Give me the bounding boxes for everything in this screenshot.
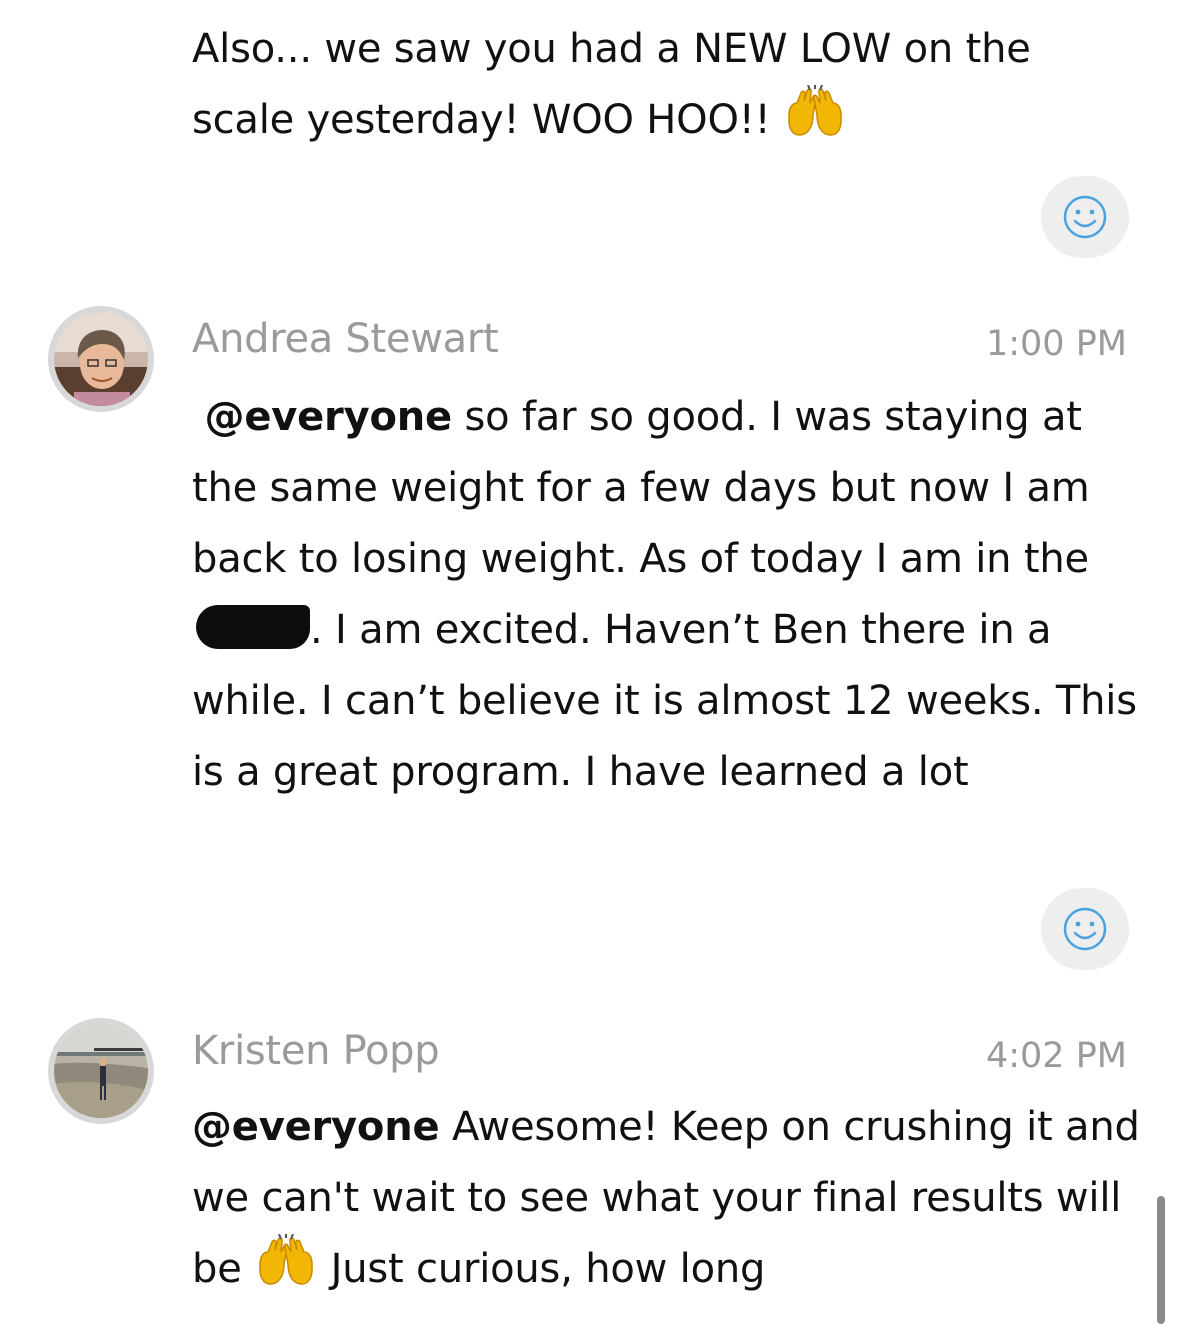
add-reaction-button[interactable] bbox=[1041, 176, 1129, 258]
message-text: @everyone Awesome! Keep on crushing it a… bbox=[192, 1092, 1142, 1305]
message-text: Also... we saw you had a NEW LOW on the … bbox=[192, 14, 1142, 156]
raising-hands-icon bbox=[788, 85, 842, 136]
avatar-kristen-popp[interactable] bbox=[48, 1018, 154, 1124]
message-body: Also... we saw you had a NEW LOW on the … bbox=[192, 26, 1031, 143]
avatar-andrea-stewart[interactable] bbox=[48, 306, 154, 412]
message-author[interactable]: Andrea Stewart bbox=[192, 316, 499, 362]
raising-hands-icon bbox=[259, 1234, 313, 1285]
smiley-icon bbox=[1063, 195, 1107, 239]
redaction-mark bbox=[196, 605, 310, 649]
mention-everyone[interactable]: @everyone bbox=[205, 394, 453, 440]
message-timestamp: 1:00 PM bbox=[985, 324, 1127, 364]
message-author[interactable]: Kristen Popp bbox=[192, 1028, 440, 1074]
message-timestamp: 4:02 PM bbox=[985, 1036, 1127, 1076]
add-reaction-button[interactable] bbox=[1041, 888, 1129, 970]
smiley-icon bbox=[1063, 907, 1107, 951]
avatar-photo bbox=[54, 1024, 148, 1118]
message-body: . I am excited. Haven’t Ben there in a w… bbox=[192, 607, 1137, 795]
message-text: @everyone so far so good. I was staying … bbox=[192, 382, 1142, 808]
avatar-photo bbox=[54, 312, 148, 406]
mention-everyone[interactable]: @everyone bbox=[192, 1104, 440, 1150]
message-body: Just curious, how long bbox=[330, 1246, 766, 1292]
scrollbar-thumb[interactable] bbox=[1157, 1196, 1165, 1324]
